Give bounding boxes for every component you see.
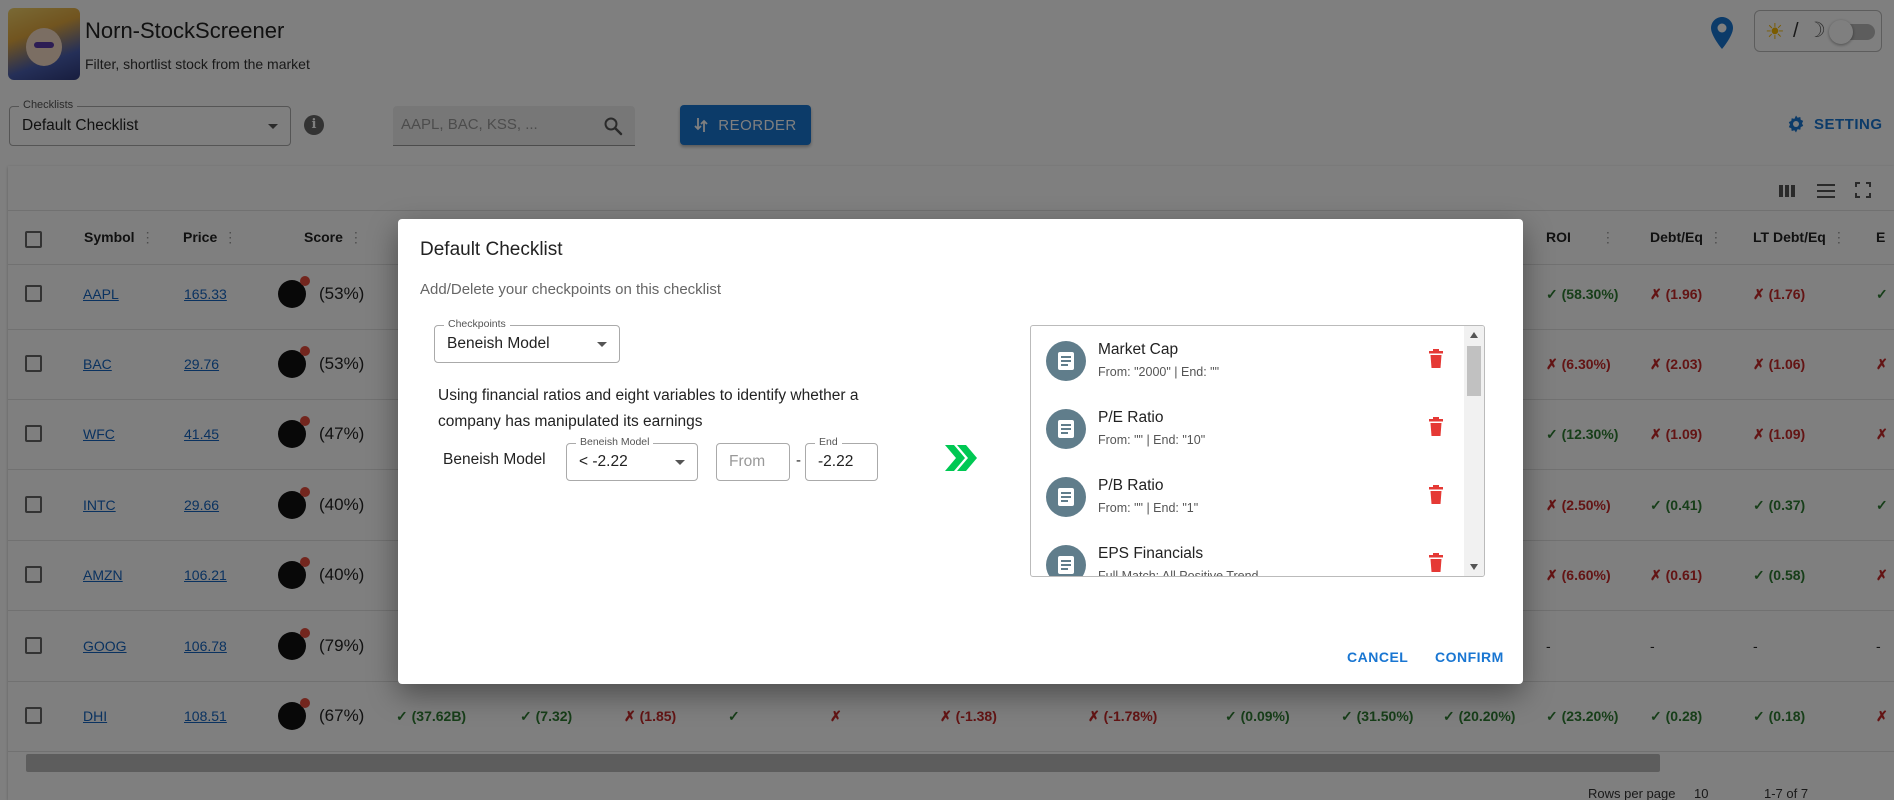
scroll-thumb[interactable] — [1467, 346, 1481, 396]
checkpoint-item[interactable]: EPS Financials Full Match: All Positive T… — [1031, 531, 1461, 577]
operator-value: < -2.22 — [579, 453, 628, 470]
dialog-subtitle: Add/Delete your checkpoints on this chec… — [420, 281, 721, 298]
cancel-button[interactable]: CANCEL — [1347, 649, 1408, 665]
checkpoint-range: From: "" | End: "10" — [1098, 433, 1206, 447]
checkpoint-description: Using financial ratios and eight variabl… — [438, 387, 859, 430]
document-icon — [1046, 545, 1086, 576]
end-value: -2.22 — [818, 453, 854, 470]
end-label: End — [815, 436, 842, 448]
beneish-model-label: Beneish Model — [443, 451, 546, 468]
checklist-dialog: Default Checklist Add/Delete your checkp… — [398, 219, 1523, 684]
from-input[interactable]: From — [716, 443, 790, 481]
range-dash: - — [796, 452, 801, 469]
add-checkpoint-arrow-icon[interactable] — [943, 443, 977, 473]
delete-icon[interactable] — [1428, 417, 1444, 437]
confirm-button[interactable]: CONFIRM — [1435, 649, 1504, 665]
scroll-down-icon[interactable] — [1470, 564, 1478, 570]
checkpoint-list: Market Cap From: "2000" | End: "" P/E Rati… — [1030, 325, 1485, 577]
checkpoint-item[interactable]: P/E Ratio From: "" | End: "10" — [1031, 395, 1461, 463]
checkpoints-label: Checkpoints — [444, 318, 510, 330]
checkpoint-range: From: "2000" | End: "" — [1098, 365, 1220, 379]
delete-icon[interactable] — [1428, 349, 1444, 369]
document-icon — [1046, 477, 1086, 517]
checkpoint-name: P/B Ratio — [1098, 477, 1164, 494]
checkpoint-item[interactable]: P/B Ratio From: "" | End: "1" — [1031, 463, 1461, 531]
checkpoints-select[interactable]: Checkpoints Beneish Model — [434, 318, 620, 363]
document-icon — [1046, 409, 1086, 449]
checkpoints-value: Beneish Model — [447, 335, 550, 352]
checkpoint-name: Market Cap — [1098, 341, 1179, 358]
scroll-up-icon[interactable] — [1470, 332, 1478, 338]
end-input[interactable]: End -2.22 — [805, 436, 878, 481]
document-icon — [1046, 341, 1086, 381]
delete-icon[interactable] — [1428, 485, 1444, 505]
delete-icon[interactable] — [1428, 553, 1444, 573]
checkpoint-item[interactable]: Market Cap From: "2000" | End: "" — [1031, 327, 1461, 395]
dialog-title: Default Checklist — [420, 239, 563, 260]
vertical-scrollbar[interactable] — [1464, 326, 1484, 576]
chevron-down-icon — [675, 460, 685, 465]
operator-select[interactable]: Beneish Model < -2.22 — [566, 436, 698, 481]
operator-label: Beneish Model — [576, 436, 654, 448]
checkpoint-name: P/E Ratio — [1098, 409, 1164, 426]
checkpoint-range: From: "" | End: "1" — [1098, 501, 1199, 515]
checkpoint-name: EPS Financials — [1098, 545, 1204, 562]
chevron-down-icon — [597, 342, 607, 347]
from-placeholder: From — [729, 453, 766, 470]
checkpoint-range: Full Match: All Positive Trend — [1098, 569, 1259, 577]
